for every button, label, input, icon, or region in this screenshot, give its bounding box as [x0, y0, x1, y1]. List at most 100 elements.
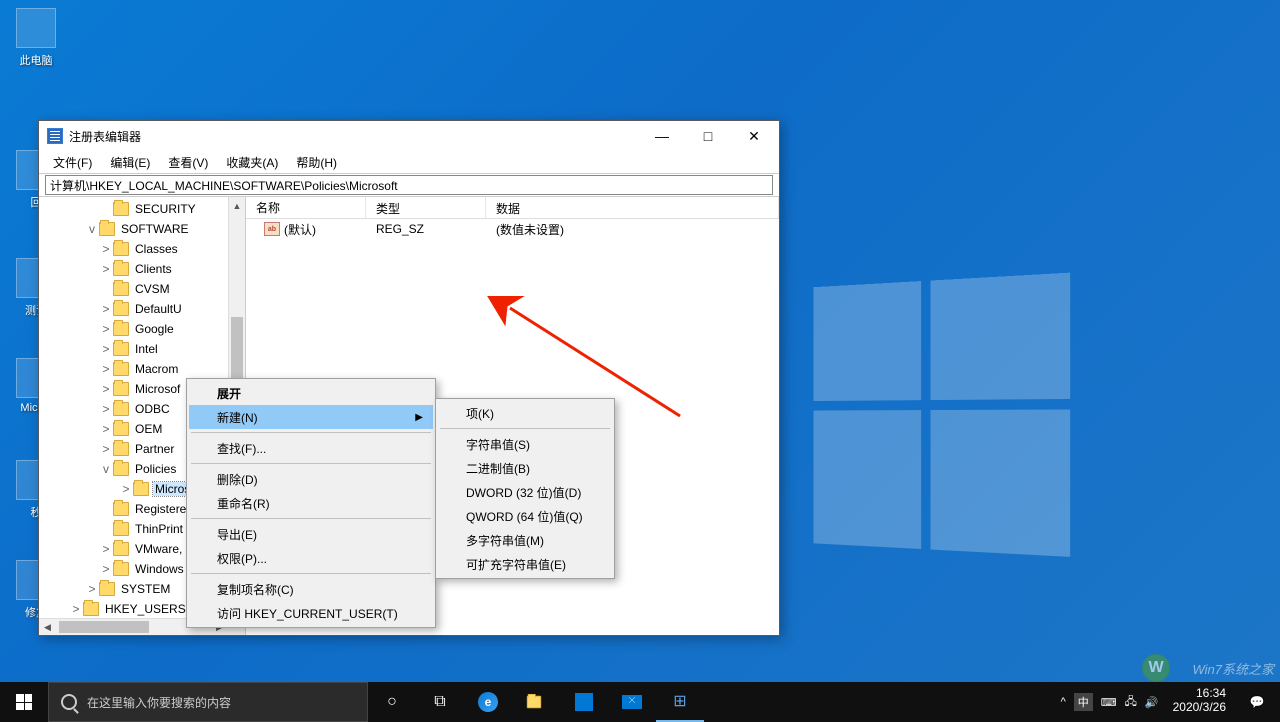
- tree-twisty-icon[interactable]: >: [99, 342, 113, 356]
- search-icon: [61, 694, 77, 710]
- cortana-button[interactable]: ○: [368, 682, 416, 722]
- keyboard-icon[interactable]: ⌨: [1101, 696, 1117, 709]
- menu-item[interactable]: 文件(F): [45, 152, 100, 173]
- context-menu-item[interactable]: 查找(F)...: [189, 436, 433, 460]
- task-view-button[interactable]: ⧉: [416, 682, 464, 722]
- context-menu: 展开新建(N)▶ 查找(F)... 删除(D)重命名(R) 导出(E)权限(P)...…: [186, 378, 436, 628]
- context-menu-item[interactable]: 新建(N)▶: [189, 405, 433, 429]
- titlebar[interactable]: 注册表编辑器 — □ ✕: [39, 121, 779, 151]
- start-button[interactable]: [0, 682, 48, 722]
- maximize-button[interactable]: □: [685, 121, 731, 151]
- tree-twisty-icon[interactable]: >: [99, 382, 113, 396]
- menubar: 文件(F)编辑(E)查看(V)收藏夹(A)帮助(H): [39, 151, 779, 173]
- tree-node[interactable]: >Google: [39, 319, 245, 339]
- context-menu-item[interactable]: QWORD (64 位)值(Q): [438, 504, 612, 528]
- mail-button[interactable]: [608, 682, 656, 722]
- tree-node[interactable]: >Classes: [39, 239, 245, 259]
- tree-twisty-icon[interactable]: >: [99, 362, 113, 376]
- tray-chevron-icon[interactable]: ^: [1061, 696, 1066, 708]
- system-tray[interactable]: ^ 中 ⌨ 🖧 🔊: [1055, 682, 1165, 722]
- store-icon: [575, 693, 593, 711]
- minimize-button[interactable]: —: [639, 121, 685, 151]
- context-submenu-new: 项(K) 字符串值(S)二进制值(B)DWORD (32 位)值(D)QWORD …: [435, 398, 615, 579]
- column-header[interactable]: 类型: [366, 197, 486, 218]
- submenu-arrow-icon: ▶: [415, 412, 423, 423]
- context-menu-item[interactable]: DWORD (32 位)值(D): [438, 480, 612, 504]
- column-header[interactable]: 名称: [246, 197, 366, 218]
- action-center-button[interactable]: 💬: [1234, 682, 1280, 722]
- close-button[interactable]: ✕: [731, 121, 777, 151]
- menu-item[interactable]: 查看(V): [160, 152, 216, 173]
- folder-icon: [113, 262, 129, 276]
- tree-node[interactable]: SECURITY: [39, 199, 245, 219]
- menu-item[interactable]: 编辑(E): [102, 152, 158, 173]
- column-header[interactable]: 数据: [486, 197, 779, 218]
- tree-twisty-icon[interactable]: >: [99, 562, 113, 576]
- context-menu-item[interactable]: 二进制值(B): [438, 456, 612, 480]
- menu-separator: [191, 432, 431, 433]
- desktop-item-icon: [16, 8, 56, 48]
- taskbar: 在这里输入你要搜索的内容 ○ ⧉ e ⊞ ^ 中 ⌨ 🖧 🔊 16:34 202…: [0, 682, 1280, 722]
- context-menu-item[interactable]: 展开: [189, 381, 433, 405]
- menu-item[interactable]: 帮助(H): [288, 152, 345, 173]
- address-input[interactable]: [45, 175, 773, 195]
- tree-twisty-icon[interactable]: >: [85, 582, 99, 596]
- folder-icon: [113, 522, 129, 536]
- menu-separator: [191, 518, 431, 519]
- string-value-icon: ab: [264, 222, 280, 236]
- tree-node[interactable]: >Macrom: [39, 359, 245, 379]
- tree-twisty-icon[interactable]: >: [99, 402, 113, 416]
- tree-twisty-icon[interactable]: v: [85, 222, 99, 236]
- taskbar-clock[interactable]: 16:34 2020/3/26: [1165, 682, 1234, 722]
- edge-button[interactable]: e: [464, 682, 512, 722]
- context-menu-item[interactable]: 删除(D): [189, 467, 433, 491]
- windows-logo-icon: [16, 694, 32, 710]
- tree-node[interactable]: CVSM: [39, 279, 245, 299]
- context-menu-item[interactable]: 可扩充字符串值(E): [438, 552, 612, 576]
- window-title: 注册表编辑器: [69, 128, 141, 145]
- folder-icon: [99, 582, 115, 596]
- context-menu-item[interactable]: 导出(E): [189, 522, 433, 546]
- list-row[interactable]: ab(默认)REG_SZ(数值未设置): [246, 219, 779, 239]
- context-menu-item[interactable]: 项(K): [438, 401, 612, 425]
- folder-icon: [133, 482, 149, 496]
- tree-twisty-icon[interactable]: >: [119, 482, 133, 496]
- tree-twisty-icon[interactable]: >: [99, 442, 113, 456]
- tree-node[interactable]: >Intel: [39, 339, 245, 359]
- context-menu-item[interactable]: 多字符串值(M): [438, 528, 612, 552]
- folder-icon: [113, 502, 129, 516]
- network-icon[interactable]: 🖧: [1125, 693, 1137, 712]
- windows-logo-backdrop: [814, 272, 1081, 568]
- tree-twisty-icon[interactable]: v: [99, 462, 113, 476]
- volume-icon[interactable]: 🔊: [1145, 696, 1159, 709]
- tree-twisty-icon[interactable]: >: [99, 242, 113, 256]
- tree-node[interactable]: >DefaultU: [39, 299, 245, 319]
- context-menu-item[interactable]: 复制项名称(C): [189, 577, 433, 601]
- tree-twisty-icon[interactable]: >: [99, 422, 113, 436]
- menu-separator: [440, 428, 610, 429]
- context-menu-item[interactable]: 字符串值(S): [438, 432, 612, 456]
- ime-indicator[interactable]: 中: [1074, 693, 1093, 711]
- file-explorer-button[interactable]: [512, 682, 560, 722]
- context-menu-item[interactable]: 权限(P)...: [189, 546, 433, 570]
- desktop-icon[interactable]: 此电脑: [5, 8, 67, 68]
- tree-twisty-icon[interactable]: >: [99, 322, 113, 336]
- folder-icon: [113, 342, 129, 356]
- taskbar-search[interactable]: 在这里输入你要搜索的内容: [48, 682, 368, 722]
- tree-twisty-icon[interactable]: >: [69, 602, 83, 616]
- tree-twisty-icon[interactable]: >: [99, 262, 113, 276]
- context-menu-item[interactable]: 访问 HKEY_CURRENT_USER(T): [189, 601, 433, 625]
- context-menu-item[interactable]: 重命名(R): [189, 491, 433, 515]
- tree-node[interactable]: vSOFTWARE: [39, 219, 245, 239]
- folder-icon: [99, 222, 115, 236]
- tree-twisty-icon[interactable]: >: [99, 542, 113, 556]
- folder-icon: [113, 362, 129, 376]
- menu-separator: [191, 463, 431, 464]
- store-button[interactable]: [560, 682, 608, 722]
- menu-separator: [191, 573, 431, 574]
- folder-icon: [113, 382, 129, 396]
- regedit-taskbar-button[interactable]: ⊞: [656, 682, 704, 722]
- tree-node[interactable]: >Clients: [39, 259, 245, 279]
- tree-twisty-icon[interactable]: >: [99, 302, 113, 316]
- menu-item[interactable]: 收藏夹(A): [218, 152, 286, 173]
